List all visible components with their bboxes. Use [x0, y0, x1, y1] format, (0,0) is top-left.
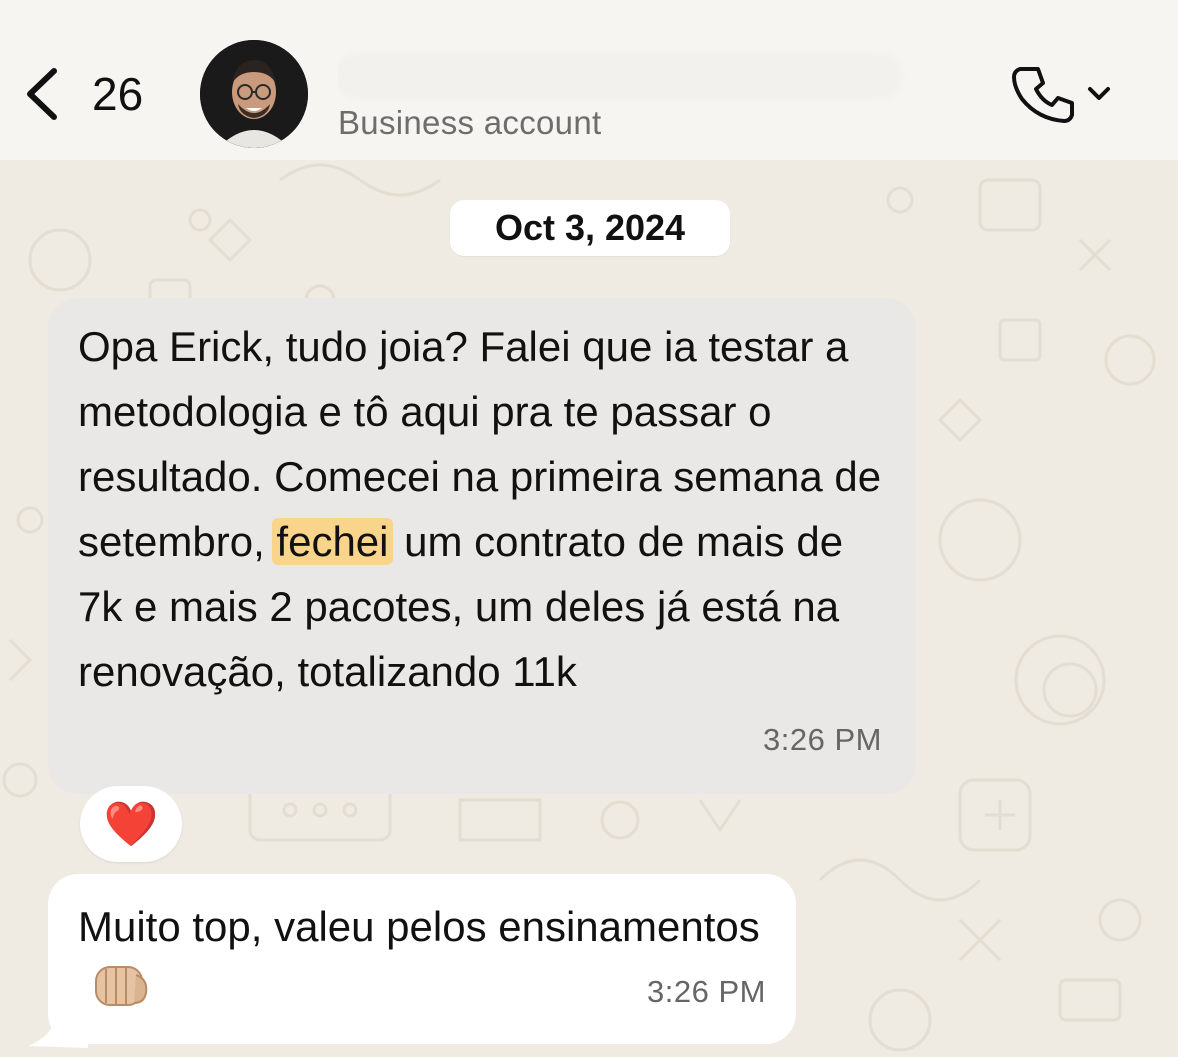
search-highlight: fechei	[272, 518, 393, 565]
fist-bump-icon	[92, 961, 150, 1029]
avatar-photo	[200, 40, 308, 148]
avatar[interactable]	[200, 40, 308, 148]
phone-icon	[1012, 67, 1074, 123]
reaction-badge[interactable]: ❤️	[80, 786, 182, 862]
message-bubble[interactable]: Muito top, valeu pelos ensinamentos 3:26…	[48, 874, 796, 1044]
chat-header: 26 +55 Business account	[0, 0, 1178, 160]
call-button[interactable]	[1012, 58, 1122, 130]
chat-screen: 26 +55 Business account	[0, 0, 1178, 1057]
unread-count: 26	[92, 68, 144, 120]
redaction-scribble	[338, 56, 898, 96]
heart-reaction: ❤️	[103, 800, 159, 849]
chevron-down-icon	[1088, 87, 1110, 100]
message-text: Opa Erick, tudo joia? Falei que ia testa…	[78, 323, 882, 695]
chevron-left-icon	[27, 68, 57, 120]
message-time: 3:26 PM	[763, 722, 882, 757]
date-separator: Oct 3, 2024	[450, 200, 730, 256]
contact-subtitle: Business account	[338, 104, 602, 141]
contact-name: +55	[338, 50, 938, 102]
message-time: 3:26 PM	[647, 974, 766, 1009]
back-button[interactable]: 26	[22, 62, 162, 126]
message-bubble[interactable]: Opa Erick, tudo joia? Falei que ia testa…	[48, 298, 916, 794]
contact-info[interactable]: +55 Business account	[338, 50, 938, 150]
